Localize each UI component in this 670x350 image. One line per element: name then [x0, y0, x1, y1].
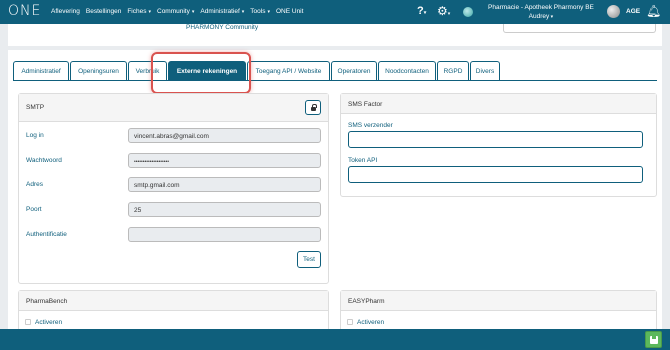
avatar[interactable] [607, 5, 620, 18]
pharmacy-name: Pharmacie - Apotheek Pharmony BE [488, 4, 594, 11]
pharmabench-activate-checkbox[interactable] [25, 319, 31, 325]
sms-sender-field[interactable] [348, 131, 643, 148]
easypharm-title: EASYPharm [348, 298, 385, 305]
easypharm-panel-header: EASYPharm [341, 291, 656, 311]
password-field[interactable]: •••••••••••••••••••• [128, 153, 321, 168]
footer-bar [0, 329, 670, 350]
sms-title: SMS Factor [348, 101, 383, 108]
tab-rgpd[interactable]: RGPD [437, 61, 469, 80]
lock-icon[interactable] [305, 100, 321, 115]
nav-bestellingen[interactable]: Bestellingen [86, 8, 121, 15]
bell-icon[interactable]: 🔔︎ [646, 4, 661, 18]
tab-openingsuren[interactable]: Openingsuren [70, 61, 127, 80]
login-field[interactable]: vincent.abras@gmail.com [128, 128, 321, 143]
nav-administratief[interactable]: Administratief [200, 8, 244, 15]
sms-panel-header: SMS Factor [341, 94, 656, 114]
main-nav: Aflevering Bestellingen Fiches Community… [51, 8, 309, 15]
top-input-field[interactable] [503, 24, 656, 33]
save-icon [650, 336, 658, 344]
nav-aflevering[interactable]: Aflevering [51, 8, 80, 15]
community-text: PHARMONY Community [186, 24, 259, 31]
nav-one-unit[interactable]: ONE Unit [276, 8, 303, 15]
tab-administratief[interactable]: Administratief [13, 61, 69, 80]
smtp-panel-header: SMTP [19, 94, 328, 122]
save-button[interactable] [645, 331, 662, 348]
highlight-annotation [151, 52, 251, 94]
token-api-field[interactable] [348, 166, 643, 183]
authentication-field[interactable] [128, 227, 321, 242]
sms-sender-label: SMS verzender [348, 122, 393, 129]
easypharm-activate-label[interactable]: Activeren [357, 319, 384, 326]
tab-bar: Administratief Openingsuren Verbruik Ext… [13, 61, 501, 80]
password-label: Wachtwoord [26, 157, 62, 164]
nav-fiches[interactable]: Fiches [127, 8, 151, 15]
token-api-label: Token API [348, 157, 378, 164]
top-navbar: ONE Aflevering Bestellingen Fiches Commu… [0, 0, 670, 24]
authentication-label: Authentificatie [26, 231, 67, 238]
globe-icon[interactable] [463, 7, 473, 17]
nav-tools[interactable]: Tools [250, 8, 270, 15]
login-label: Log in [26, 132, 44, 139]
tab-divers[interactable]: Divers [470, 61, 500, 80]
test-button[interactable]: Test [297, 251, 321, 268]
tab-toegang-api[interactable]: Toegang API / Website [247, 61, 330, 80]
user-code[interactable]: AGE [626, 8, 640, 15]
pharmabench-panel: PharmaBench [18, 290, 329, 332]
port-field[interactable]: 25 [128, 202, 321, 217]
easypharm-activate-checkbox[interactable] [347, 319, 353, 325]
pharmabench-activate-label[interactable]: Activeren [35, 319, 62, 326]
tab-divider [13, 80, 657, 81]
smtp-title: SMTP [26, 104, 45, 111]
user-name: Audrey [528, 13, 550, 20]
tab-operatoren[interactable]: Operatoren [331, 61, 377, 80]
pharmabench-title: PharmaBench [26, 298, 68, 305]
address-field[interactable]: smtp.gmail.com [128, 177, 321, 192]
app-logo[interactable]: ONE [8, 3, 41, 19]
easypharm-panel: EASYPharm [340, 290, 657, 332]
address-label: Adres [26, 181, 43, 188]
port-label: Poort [26, 206, 42, 213]
nav-community[interactable]: Community [157, 8, 194, 15]
pharmacy-selector[interactable]: Pharmacie - Apotheek Pharmony BE Audrey … [488, 3, 594, 22]
tab-noodcontacten[interactable]: Noodcontacten [378, 61, 436, 80]
pharmabench-panel-header: PharmaBench [19, 291, 328, 311]
